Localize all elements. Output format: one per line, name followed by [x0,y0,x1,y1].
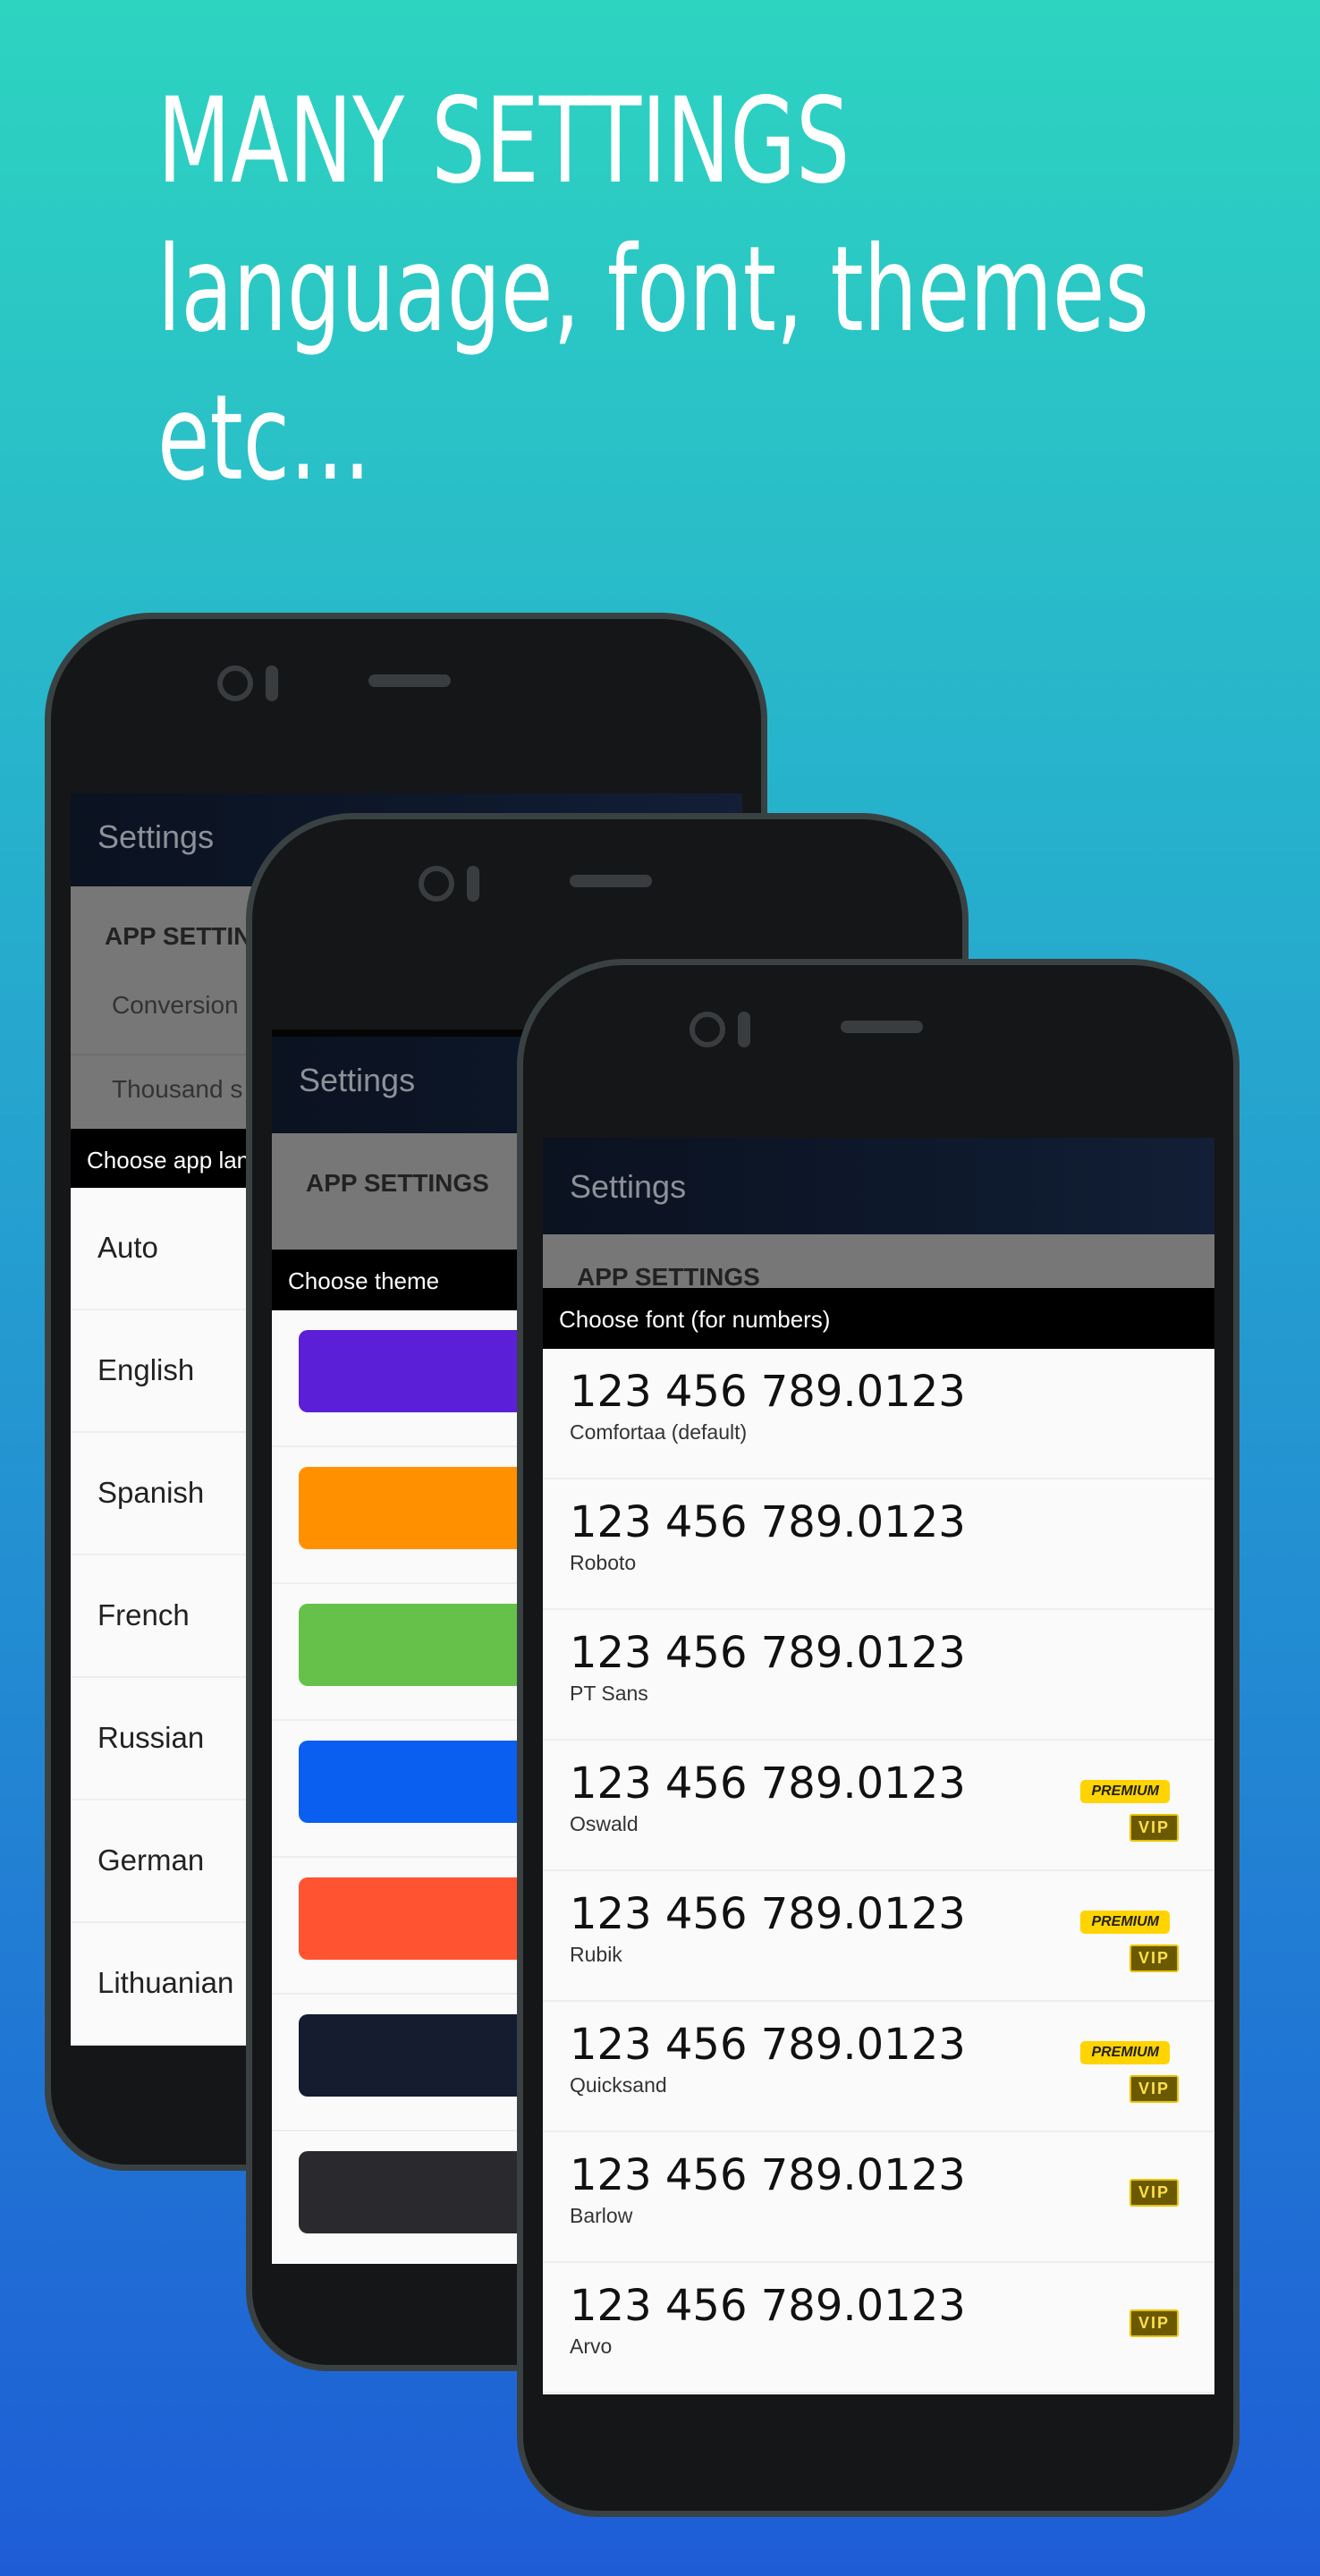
camera-icon [419,866,454,902]
phone-font: Settings APP SETTINGS Choose font (for n… [517,959,1240,2517]
font-list: 123 456 789.0123 Comfortaa (default) 123 4… [543,1349,1214,2394]
font-name: Rubik [570,1943,622,1966]
vip-badge: VIP [1129,2075,1179,2103]
sensor-icon [738,1012,750,1047]
font-sample: 123 456 789.0123 [570,2281,966,2331]
headline-line-1: MANY SETTINGS [157,72,850,210]
vip-badge: VIP [1129,2309,1179,2337]
headline-line-2: language, font, themes [157,221,1149,359]
font-option[interactable]: 123 456 789.0123 Rubik PREMIUM VIP [543,1871,1214,2002]
font-name: Barlow [570,2204,633,2227]
premium-badge: PREMIUM [1080,2041,1170,2064]
font-sample: 123 456 789.0123 [570,2150,966,2200]
speaker-icon [841,1021,923,1033]
camera-icon [690,1012,725,1047]
vip-badge: VIP [1129,1814,1179,1842]
premium-badge: PREMIUM [1080,1911,1170,1934]
font-option[interactable]: 123 456 789.0123 Arvo VIP [543,2263,1214,2394]
font-option[interactable]: 123 456 789.0123 Roboto [543,1479,1214,1610]
font-sample: 123 456 789.0123 [570,1628,966,1678]
premium-badge: PREMIUM [1080,1780,1170,1803]
font-name: PT Sans [570,1682,648,1705]
sensor-icon [467,866,479,902]
font-sample: 123 456 789.0123 [570,1367,966,1417]
font-option[interactable]: 123 456 789.0123 Barlow VIP [543,2132,1214,2263]
app-settings-header: APP SETTINGS [543,1234,1214,1288]
vip-badge: VIP [1129,1945,1179,1972]
headline-line-3: etc... [157,369,371,507]
screen: Settings APP SETTINGS Choose font (for n… [543,1138,1214,2394]
font-name: Roboto [570,1551,637,1574]
sensor-icon [266,665,278,701]
vip-badge: VIP [1129,2179,1179,2207]
font-option[interactable]: 123 456 789.0123 Quicksand PREMIUM VIP [543,2002,1214,2132]
speaker-icon [570,875,652,887]
font-option[interactable]: 123 456 789.0123 PT Sans [543,1610,1214,1741]
font-name: Comfortaa (default) [570,1420,748,1444]
font-option[interactable]: 123 456 789.0123 Comfortaa (default) [543,1349,1214,1479]
dialog-title: Choose font (for numbers) [543,1288,1214,1349]
camera-icon [217,665,253,701]
font-name: Quicksand [570,2073,667,2097]
font-name: Arvo [570,2334,613,2358]
font-option[interactable]: 123 456 789.0123 Oswald PREMIUM VIP [543,1741,1214,1871]
speaker-icon [368,674,451,687]
settings-appbar: Settings [543,1138,1214,1234]
font-name: Oswald [570,1812,639,1835]
font-sample: 123 456 789.0123 [570,1497,966,1547]
